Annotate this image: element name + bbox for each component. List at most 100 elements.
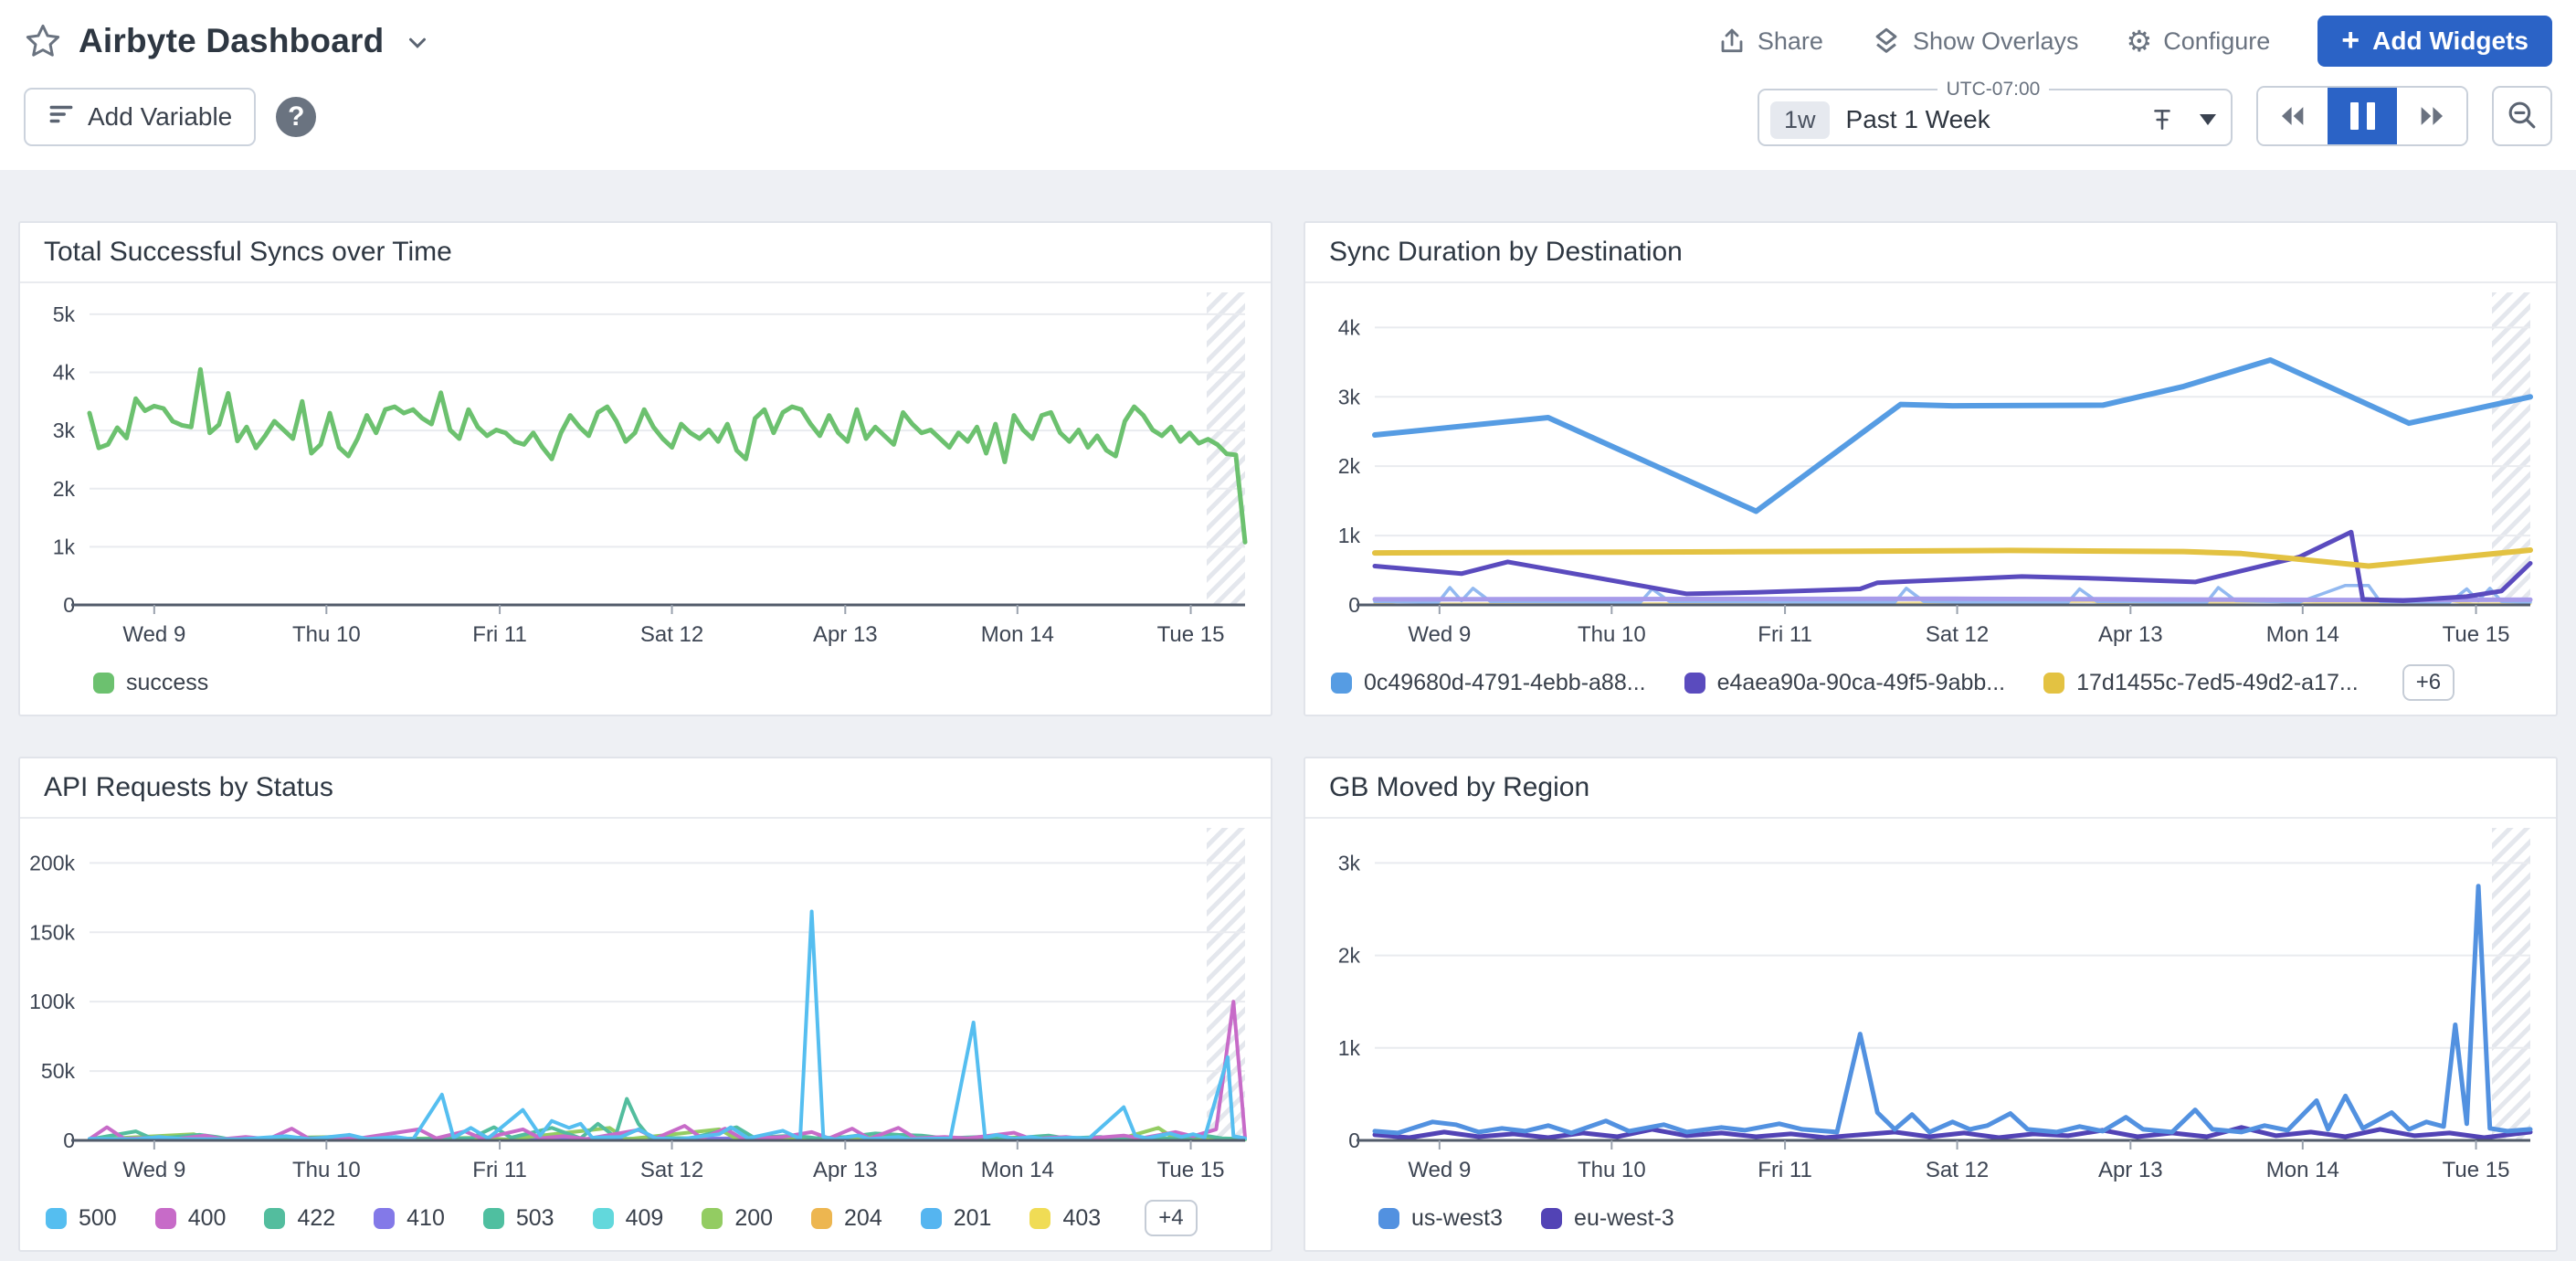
fast-forward-button[interactable] [2397,88,2466,144]
dashboard-grid: Total Successful Syncs over Time 01k2k3k… [0,170,2576,1261]
filter-icon [48,101,75,134]
svg-text:Sat 12: Sat 12 [640,622,703,647]
dashboard-title: Airbyte Dashboard [79,22,384,60]
legend-label: 503 [516,1205,554,1232]
legend-more-button[interactable]: +4 [1145,1200,1197,1236]
legend-swatch [46,1208,67,1229]
legend-swatch [1331,673,1352,694]
pin-icon[interactable] [2148,106,2176,133]
svg-text:4k: 4k [53,361,76,385]
legend-item[interactable]: 503 [483,1205,554,1232]
legend-item[interactable]: 0c49680d-4791-4ebb-a88... [1331,670,1646,696]
time-range-label: Past 1 Week [1846,105,1990,134]
overlays-icon [1871,26,1902,57]
legend-label: 409 [626,1205,664,1232]
legend-item[interactable]: e4aea90a-90ca-49f5-9abb... [1684,670,2006,696]
widget-total-successful-syncs: Total Successful Syncs over Time 01k2k3k… [18,221,1272,716]
pause-button[interactable] [2328,88,2397,144]
legend-more-button[interactable]: +6 [2402,664,2455,701]
share-button[interactable]: Share [1717,26,1823,56]
legend-label: 0c49680d-4791-4ebb-a88... [1364,670,1646,696]
widget-title: GB Moved by Region [1329,772,1589,803]
legend-swatch [921,1208,942,1229]
legend-swatch [1541,1208,1562,1229]
plus-icon: + [2341,25,2360,56]
chart-canvas[interactable]: 050k100k150k200kWed 9Thu 10Fri 11Sat 12A… [20,819,1271,1186]
legend-item[interactable]: 204 [811,1205,882,1232]
add-variable-button[interactable]: Add Variable [24,88,256,146]
chart-legend: success [20,651,1271,715]
chart-legend: 0c49680d-4791-4ebb-a88... e4aea90a-90ca-4… [1305,651,2556,715]
svg-text:Apr 13: Apr 13 [2098,1158,2163,1182]
time-range-picker[interactable]: UTC-07:00 1w Past 1 Week [1758,79,2233,146]
legend-item[interactable]: us-west3 [1378,1205,1503,1232]
svg-text:150k: 150k [29,920,75,944]
svg-text:100k: 100k [29,990,75,1013]
legend-item[interactable]: 409 [593,1205,664,1232]
legend-item[interactable]: 500 [46,1205,117,1232]
add-widgets-button[interactable]: + Add Widgets [2317,16,2552,67]
svg-text:2k: 2k [1338,944,1361,968]
widget-sync-duration: Sync Duration by Destination 01k2k3k4kWe… [1304,221,2558,716]
gear-icon: ⚙ [2127,26,2153,56]
legend-swatch [1684,673,1705,694]
chart-legend: us-west3 eu-west-3 [1305,1186,2556,1250]
widget-header: Total Successful Syncs over Time [20,223,1271,283]
legend-label: 201 [954,1205,992,1232]
add-widgets-label: Add Widgets [2372,26,2528,56]
time-range-chip[interactable]: 1w [1770,101,1830,139]
rewind-button[interactable] [2258,88,2328,144]
legend-swatch [483,1208,504,1229]
chart-canvas[interactable]: 01k2k3kWed 9Thu 10Fri 11Sat 12Apr 13Mon … [1305,819,2556,1186]
svg-text:Mon 14: Mon 14 [2266,1158,2339,1182]
help-icon[interactable]: ? [276,97,316,137]
svg-text:Sat 12: Sat 12 [1926,622,1989,647]
widget-header: Sync Duration by Destination [1305,223,2556,283]
time-dropdown-caret-icon[interactable] [2200,114,2216,125]
legend-label: 400 [188,1205,227,1232]
svg-text:Fri 11: Fri 11 [472,1158,527,1182]
zoom-out-icon [2506,99,2539,134]
widget-api-requests: API Requests by Status 050k100k150k200kW… [18,757,1272,1252]
add-variable-label: Add Variable [88,102,232,132]
legend-swatch [811,1208,832,1229]
svg-text:3k: 3k [1338,851,1361,874]
zoom-out-button[interactable] [2492,86,2552,146]
legend-item[interactable]: 201 [921,1205,992,1232]
chart-canvas[interactable]: 01k2k3k4k5kWed 9Thu 10Fri 11Sat 12Apr 13… [20,283,1271,651]
legend-label: 403 [1062,1205,1101,1232]
widget-header: API Requests by Status [20,758,1271,819]
svg-text:Fri 11: Fri 11 [1758,1158,1812,1182]
legend-item[interactable]: success [93,670,208,696]
svg-text:Tue 15: Tue 15 [1157,1158,1225,1182]
legend-label: 500 [79,1205,117,1232]
legend-item[interactable]: 17d1455c-7ed5-49d2-a17... [2043,670,2359,696]
favorite-star-icon[interactable] [24,22,62,60]
legend-swatch [2043,673,2064,694]
pause-icon [2350,102,2375,130]
svg-text:Mon 14: Mon 14 [2266,622,2339,647]
configure-label: Configure [2163,27,2270,56]
legend-item[interactable]: 400 [155,1205,227,1232]
legend-item[interactable]: 200 [702,1205,773,1232]
svg-text:Fri 11: Fri 11 [472,622,527,647]
widget-title: Sync Duration by Destination [1329,237,1683,268]
legend-label: e4aea90a-90ca-49f5-9abb... [1717,670,2006,696]
svg-text:200k: 200k [29,851,75,874]
title-chevron-down-icon[interactable] [404,29,431,61]
legend-label: 410 [406,1205,445,1232]
chart-svg: 01k2k3k4k5kWed 9Thu 10Fri 11Sat 12Apr 13… [20,285,1271,651]
legend-item[interactable]: eu-west-3 [1541,1205,1674,1232]
legend-label: 17d1455c-7ed5-49d2-a17... [2076,670,2359,696]
legend-swatch [702,1208,723,1229]
svg-text:Sat 12: Sat 12 [1926,1158,1989,1182]
widget-gb-moved: GB Moved by Region 01k2k3kWed 9Thu 10Fri… [1304,757,2558,1252]
legend-item[interactable]: 403 [1029,1205,1101,1232]
legend-item[interactable]: 410 [374,1205,445,1232]
show-overlays-button[interactable]: Show Overlays [1871,26,2079,57]
legend-item[interactable]: 422 [264,1205,335,1232]
configure-button[interactable]: ⚙ Configure [2127,26,2271,56]
legend-label: eu-west-3 [1574,1205,1674,1232]
legend-label: 422 [297,1205,335,1232]
chart-canvas[interactable]: 01k2k3k4kWed 9Thu 10Fri 11Sat 12Apr 13Mo… [1305,283,2556,651]
